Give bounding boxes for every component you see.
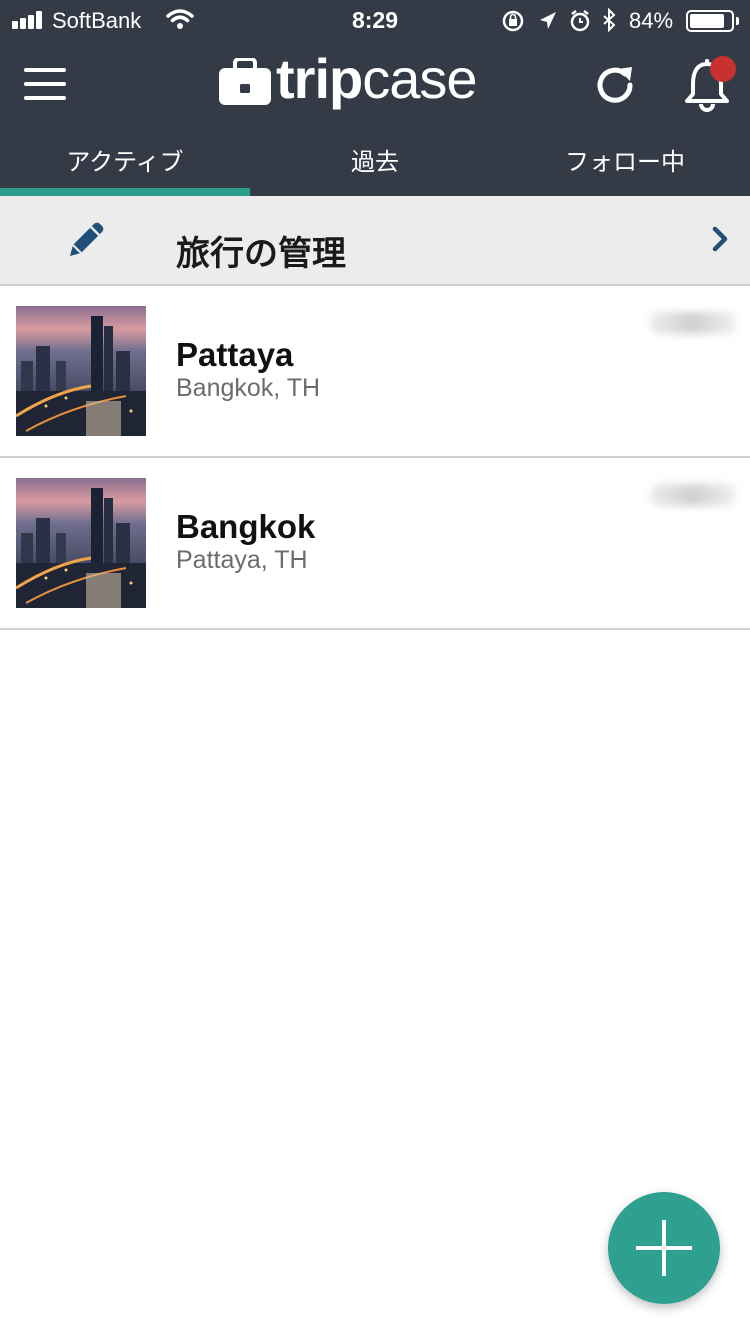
trip-title: Bangkok: [176, 508, 316, 545]
tab-following[interactable]: フォロー中: [500, 128, 750, 196]
trip-date-redacted: [650, 312, 736, 334]
trip-list-item[interactable]: Bangkok Pattaya, TH: [0, 458, 750, 630]
tab-label: 過去: [351, 149, 399, 176]
trip-date-redacted: [650, 484, 736, 506]
trip-thumbnail: [16, 478, 146, 608]
tab-past[interactable]: 過去: [250, 128, 500, 196]
briefcase-icon: [219, 58, 271, 105]
logo-text: tripcase: [276, 47, 478, 110]
status-bar: SoftBank 8:29 84%: [0, 0, 750, 40]
manage-trips-row[interactable]: 旅行の管理: [0, 196, 750, 286]
battery-icon: [686, 10, 734, 32]
trip-location: Pattaya, TH: [176, 546, 308, 574]
refresh-icon[interactable]: [592, 62, 638, 108]
trip-location: Bangkok, TH: [176, 374, 321, 402]
notification-badge: [710, 56, 736, 82]
trip-title: Pattaya: [176, 336, 294, 373]
battery-percent: 84%: [629, 8, 674, 33]
app-logo: tripcase: [218, 47, 478, 116]
menu-icon[interactable]: [24, 68, 66, 100]
trip-list-item[interactable]: Pattaya Bangkok, TH: [0, 286, 750, 458]
rotation-lock-icon: [502, 10, 524, 32]
location-icon: [540, 12, 556, 29]
battery-fill: [690, 14, 724, 28]
status-icons: [502, 8, 616, 33]
manage-trips-label: 旅行の管理: [176, 234, 346, 274]
trip-tabs: アクティブ 過去 フォロー中: [0, 128, 750, 196]
add-trip-button[interactable]: [608, 1192, 720, 1304]
alarm-icon: [570, 10, 590, 32]
bluetooth-icon: [603, 8, 616, 33]
tab-active[interactable]: アクティブ: [0, 128, 250, 196]
battery-tip: [736, 17, 739, 25]
trip-thumbnail: [16, 306, 146, 436]
active-tab-indicator: [0, 188, 250, 196]
pencil-icon: [70, 222, 104, 256]
tab-label: フォロー中: [565, 149, 685, 176]
tab-label: アクティブ: [66, 149, 184, 176]
app-header: SoftBank 8:29 84% tripcase アクティブ 過去 フォロー…: [0, 0, 750, 196]
chevron-right-icon: [712, 226, 728, 252]
